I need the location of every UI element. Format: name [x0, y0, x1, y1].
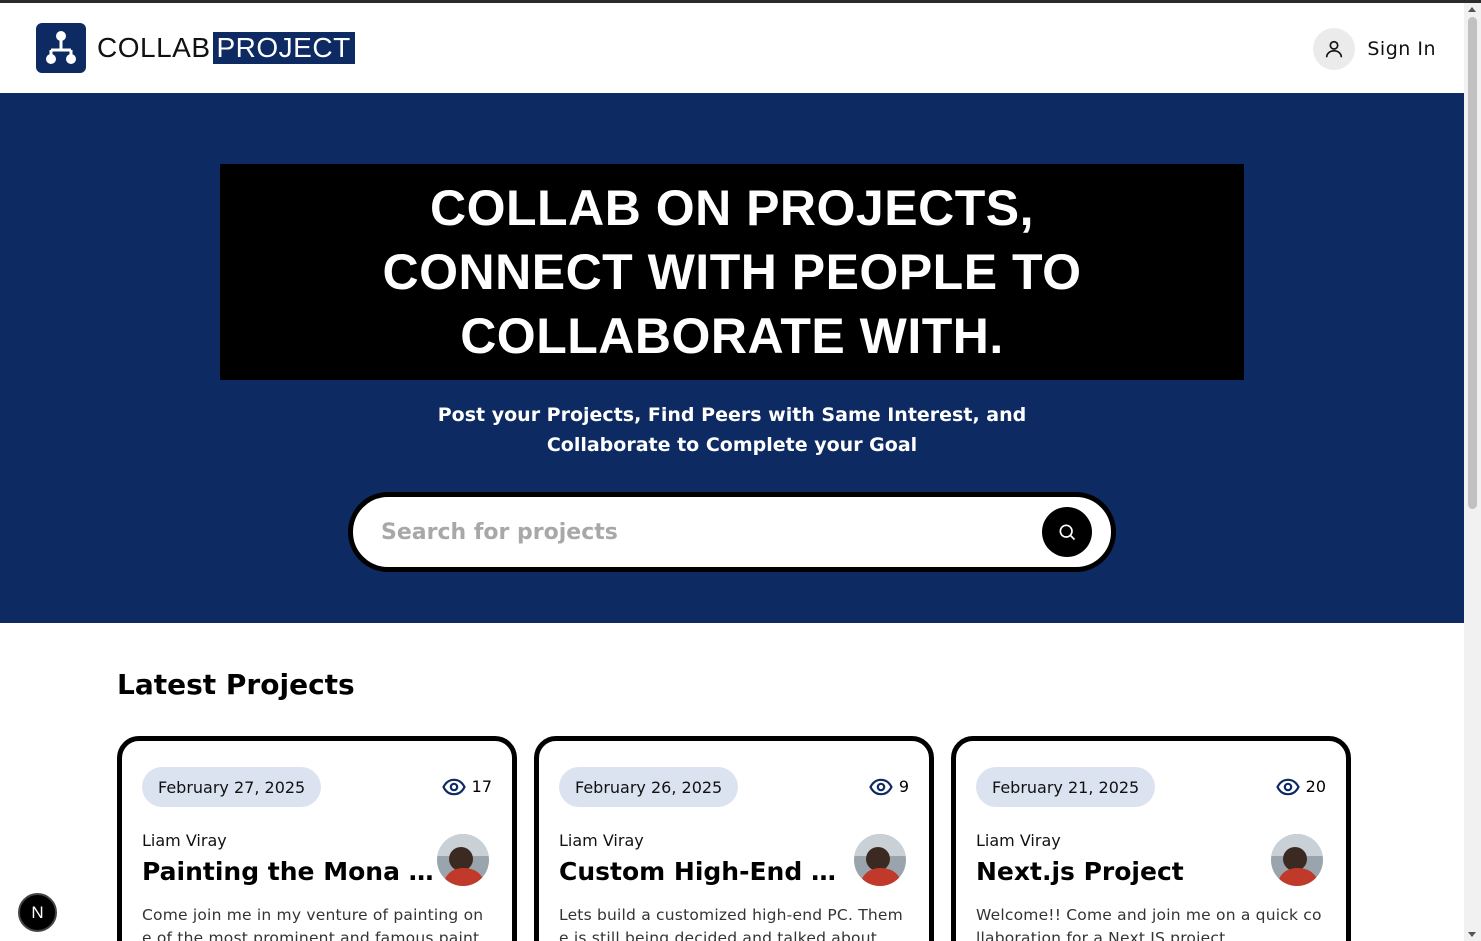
sign-in-label: Sign In	[1367, 38, 1436, 60]
scroll-up-arrow-icon[interactable]	[1468, 7, 1476, 12]
date-badge: February 27, 2025	[142, 767, 322, 807]
author-name[interactable]: Liam Viray	[142, 831, 227, 850]
project-card[interactable]: February 21, 2025 20 Liam Viray Next.js …	[951, 736, 1351, 941]
view-count-value: 9	[898, 777, 909, 796]
avatar[interactable]	[854, 834, 906, 886]
scroll-down-arrow-icon[interactable]	[1468, 932, 1476, 937]
avatar[interactable]	[437, 834, 489, 886]
hero-title: COLLAB ON PROJECTS, CONNECT WITH PEOPLE …	[382, 180, 1082, 364]
network-nodes-icon	[36, 23, 86, 73]
view-count: 20	[1275, 777, 1326, 796]
project-description: Welcome!! Come and join me on a quick co…	[976, 906, 1322, 941]
project-title[interactable]: Painting the Mona Lisa	[142, 857, 436, 886]
latest-projects-heading: Latest Projects	[117, 668, 355, 701]
page-scrollbar[interactable]	[1464, 3, 1481, 941]
site-header: COLLAB PROJECT Sign In	[0, 3, 1464, 93]
user-icon	[1313, 28, 1356, 70]
search-button[interactable]	[1042, 507, 1092, 557]
brand-name-part2: PROJECT	[212, 32, 355, 64]
author-name[interactable]: Liam Viray	[559, 831, 644, 850]
project-title[interactable]: Next.js Project	[976, 857, 1270, 886]
brand-logo[interactable]: COLLAB PROJECT	[36, 23, 355, 73]
project-description: Come join me in my venture of painting o…	[142, 906, 484, 941]
project-card[interactable]: February 27, 2025 17 Liam Viray Painting…	[117, 736, 517, 941]
project-card[interactable]: February 26, 2025 9 Liam Viray Custom Hi…	[534, 736, 934, 941]
view-count-value: 20	[1305, 777, 1326, 796]
eye-icon	[869, 778, 893, 795]
view-count: 9	[869, 777, 909, 796]
author-name[interactable]: Liam Viray	[976, 831, 1061, 850]
view-count: 17	[441, 777, 492, 796]
search-bar	[348, 492, 1116, 572]
project-description: Lets build a customized high-end PC. The…	[559, 906, 903, 941]
project-title[interactable]: Custom High-End PC...	[559, 857, 853, 886]
scrollbar-thumb[interactable]	[1468, 17, 1477, 509]
search-input[interactable]	[381, 509, 1021, 555]
hero-title-box: COLLAB ON PROJECTS, CONNECT WITH PEOPLE …	[220, 164, 1244, 380]
brand-name-part1: COLLAB	[97, 32, 211, 63]
hero-subtitle: Post your Projects, Find Peers with Same…	[437, 404, 1027, 456]
sign-in-button[interactable]: Sign In	[1313, 28, 1436, 70]
date-badge: February 26, 2025	[559, 767, 739, 807]
date-badge: February 21, 2025	[976, 767, 1156, 807]
search-icon	[1059, 524, 1076, 541]
hero-section: COLLAB ON PROJECTS, CONNECT WITH PEOPLE …	[0, 93, 1464, 623]
view-count-value: 17	[471, 777, 492, 796]
eye-icon	[441, 778, 466, 795]
avatar[interactable]	[1271, 834, 1323, 886]
nextjs-dev-badge[interactable]: N	[18, 893, 57, 932]
eye-icon	[1275, 778, 1300, 795]
